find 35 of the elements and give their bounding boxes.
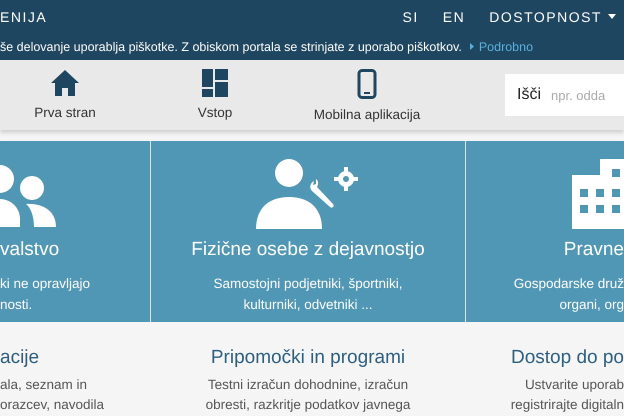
accessibility-menu[interactable]: DOSTOPNOST xyxy=(489,8,616,24)
section-title[interactable]: Pripomočki in programi xyxy=(210,347,406,369)
home-icon xyxy=(50,68,80,96)
language-link[interactable]: SI xyxy=(402,8,419,24)
section-description: ala, seznam in xyxy=(0,376,88,394)
tile-description: ki ne opravljajo xyxy=(0,275,90,293)
nav-item[interactable]: Vstop xyxy=(130,68,300,122)
tile-description: Samostojni podjetniki, športniki, xyxy=(213,275,403,293)
tile-title: Fizične osebe z dejavnostjo xyxy=(191,239,425,261)
site-title[interactable]: ENIJA xyxy=(0,8,48,24)
person-with-tools-icon xyxy=(256,159,360,229)
section-description: orazcev, navodila xyxy=(0,396,104,414)
nav-item[interactable]: Mobilna aplikacija xyxy=(300,68,434,122)
tiles-icon xyxy=(202,68,228,96)
search-label: Išči xyxy=(517,86,541,104)
smartphone-icon xyxy=(357,68,377,98)
details-link[interactable]: Podrobno xyxy=(478,40,534,54)
nav-item[interactable]: Prva stran xyxy=(0,68,130,122)
language-link[interactable]: EN xyxy=(442,8,466,24)
tile-description: organi, org xyxy=(558,296,624,314)
section-description: Testni izračun dohodnine, izračun xyxy=(206,376,410,394)
cookie-notice: še delovanje uporablja piškotke. Z obiskom portala se strinjate z uporabo piškotkov. xyxy=(0,40,462,54)
tile-description: Gospodarske druž xyxy=(514,275,624,293)
caret-icon xyxy=(608,14,616,19)
tile-description: nosti. xyxy=(0,296,34,314)
section-title[interactable]: Dostop do po xyxy=(510,347,624,369)
tile-title: Pravne xyxy=(564,239,624,261)
triangle-icon xyxy=(470,43,474,50)
tile-description: kulturniki, odvetniki ... xyxy=(242,296,374,314)
section-description: obresti, razkritje podatkov javnega xyxy=(206,396,410,414)
tile-title: valstvo xyxy=(0,239,60,261)
building-icon xyxy=(572,159,624,229)
section-description: registrirajte digitaln xyxy=(510,396,624,414)
section-title[interactable]: acije xyxy=(0,347,40,369)
section-description: Ustvarite uporab xyxy=(524,376,624,394)
